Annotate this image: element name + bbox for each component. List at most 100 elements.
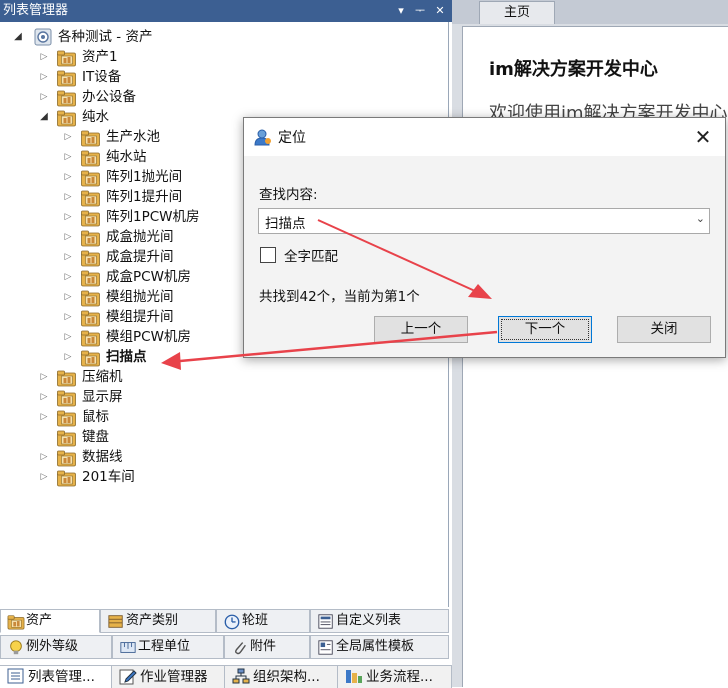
dropdown-icon[interactable]: ▾ (393, 0, 409, 22)
tab-exception-level[interactable]: 例外等级 (0, 635, 112, 659)
asset-folder-icon (7, 615, 25, 630)
tree-item[interactable]: ▷ 鼠标 (0, 407, 449, 427)
tab-engineering-unit[interactable]: 工程单位 (112, 635, 224, 659)
tab-business-process[interactable]: 业务流程... (338, 666, 452, 688)
asset-folder-icon (81, 170, 100, 187)
tree-item-label: 鼠标 (82, 409, 109, 425)
collapsed-arrow-icon[interactable]: ▷ (38, 387, 50, 407)
previous-button[interactable]: 上一个 (374, 316, 468, 343)
dialog-titlebar: 定位 ✕ (244, 118, 725, 156)
asset-folder-icon (57, 390, 76, 407)
asset-folder-icon (81, 250, 100, 267)
tree-item-label: 成盒PCW机房 (106, 269, 191, 285)
collapsed-arrow-icon[interactable]: ▷ (62, 127, 74, 147)
tree-item-label: 201车间 (82, 469, 135, 485)
tree-item-label: 压缩机 (82, 369, 123, 385)
asset-folder-icon (57, 370, 76, 387)
collapsed-arrow-icon[interactable]: ▷ (62, 347, 74, 367)
tab-list-manager[interactable]: 列表管理... (0, 666, 112, 688)
asset-folder-icon (57, 110, 76, 127)
collapsed-arrow-icon[interactable]: ▷ (38, 407, 50, 427)
asset-folder-icon (81, 130, 100, 147)
tree-item-label: 资产1 (82, 49, 118, 65)
asset-folder-icon (57, 90, 76, 107)
asset-folder-icon (81, 330, 100, 347)
collapsed-arrow-icon[interactable]: ▷ (62, 227, 74, 247)
database-icon (34, 28, 52, 46)
tab-asset-category[interactable]: 资产类别 (100, 609, 216, 633)
asset-folder-icon (81, 310, 100, 327)
clock-icon (224, 614, 240, 630)
tab-home[interactable]: 主页 (479, 1, 555, 24)
tree-item-label: 扫描点 (106, 349, 147, 365)
asset-folder-icon (81, 210, 100, 227)
collapsed-arrow-icon[interactable]: ▷ (38, 67, 50, 87)
tree-item[interactable]: ▷ 显示屏 (0, 387, 449, 407)
collapsed-arrow-icon[interactable]: ▷ (38, 87, 50, 107)
tree-item[interactable]: ▷ IT设备 (0, 67, 449, 87)
close-icon[interactable]: ✕ (432, 0, 448, 22)
collapsed-arrow-icon[interactable]: ▷ (62, 267, 74, 287)
whole-word-checkbox[interactable] (260, 247, 276, 263)
tree-root-label: 各种测试 - 资产 (58, 29, 153, 45)
custom-list-icon (318, 614, 333, 629)
tab-job-manager[interactable]: 作业管理器 (112, 666, 225, 688)
expanded-arrow-icon[interactable]: ◢ (38, 107, 50, 127)
tab-attachment[interactable]: 附件 (224, 635, 310, 659)
collapsed-arrow-icon[interactable]: ▷ (62, 187, 74, 207)
collapsed-arrow-icon[interactable]: ▷ (62, 287, 74, 307)
collapsed-arrow-icon[interactable]: ▷ (62, 307, 74, 327)
collapsed-arrow-icon[interactable]: ▷ (38, 367, 50, 387)
whole-word-label: 全字匹配 (284, 249, 338, 265)
manager-tab-strip: 列表管理... 作业管理器 组织架构... 业务流程... (0, 665, 452, 688)
expanded-arrow-icon[interactable]: ◢ (12, 27, 24, 47)
home-title: im解决方案开发中心 (489, 59, 658, 80)
panel-title: 列表管理器 (3, 3, 69, 18)
asset-folder-icon (81, 150, 100, 167)
tab-shift[interactable]: 轮班 (216, 609, 310, 633)
tree-item-label: 模组抛光间 (106, 289, 174, 305)
tree-item[interactable]: 键盘 (0, 427, 449, 447)
tree-item-label: 阵列1PCW机房 (106, 209, 200, 225)
collapsed-arrow-icon[interactable]: ▷ (38, 447, 50, 467)
tree-root[interactable]: ◢ 各种测试 - 资产 (0, 27, 449, 47)
find-content-combobox[interactable]: 扫描点 ⌄ (258, 208, 710, 234)
collapsed-arrow-icon[interactable]: ▷ (62, 167, 74, 187)
close-button[interactable]: 关闭 (617, 316, 711, 343)
tab-strip-row2: 例外等级 工程单位 附件 全局属性模板 (0, 635, 449, 659)
tree-item[interactable]: ▷ 201车间 (0, 467, 449, 487)
tree-item-label: 生产水池 (106, 129, 160, 145)
find-content-value: 扫描点 (265, 216, 306, 232)
tree-item-label: 模组提升间 (106, 309, 174, 325)
tab-global-attribute-template[interactable]: 全局属性模板 (310, 635, 449, 659)
tree-item-label: IT设备 (82, 69, 122, 85)
collapsed-arrow-icon[interactable]: ▷ (62, 147, 74, 167)
tree-item[interactable]: ▷ 资产1 (0, 47, 449, 67)
tab-asset[interactable]: 资产 (0, 609, 100, 633)
tree-item[interactable]: ▷ 压缩机 (0, 367, 449, 387)
locate-dialog: 定位 ✕ 查找内容: 扫描点 ⌄ 全字匹配 共找到42个，当前为第1个 上一个 … (243, 117, 726, 358)
tree-item-label: 数据线 (82, 449, 123, 465)
search-status-text: 共找到42个，当前为第1个 (259, 289, 420, 305)
collapsed-arrow-icon[interactable]: ▷ (38, 47, 50, 67)
tab-org-structure[interactable]: 组织架构... (225, 666, 338, 688)
pin-icon[interactable]: ᅮ (412, 0, 428, 22)
next-button[interactable]: 下一个 (498, 316, 592, 343)
tree-item[interactable]: ▷ 办公设备 (0, 87, 449, 107)
lightbulb-icon (10, 640, 22, 655)
collapsed-arrow-icon[interactable]: ▷ (62, 327, 74, 347)
asset-folder-icon (81, 230, 100, 247)
dialog-title: 定位 (278, 130, 306, 146)
tab-strip-row1: 资产 资产类别 轮班 自定义列表 (0, 609, 449, 633)
dialog-close-button[interactable]: ✕ (689, 123, 717, 151)
list-icon (7, 668, 24, 684)
find-content-label: 查找内容: (259, 187, 318, 203)
chevron-down-icon[interactable]: ⌄ (696, 212, 705, 225)
collapsed-arrow-icon[interactable]: ▷ (62, 247, 74, 267)
collapsed-arrow-icon[interactable]: ▷ (38, 467, 50, 487)
tab-custom-list[interactable]: 自定义列表 (310, 609, 449, 633)
collapsed-arrow-icon[interactable]: ▷ (62, 207, 74, 227)
tree-item-label: 成盒提升间 (106, 249, 174, 265)
tree-item[interactable]: ▷ 数据线 (0, 447, 449, 467)
tree-item-label: 纯水站 (106, 149, 147, 165)
